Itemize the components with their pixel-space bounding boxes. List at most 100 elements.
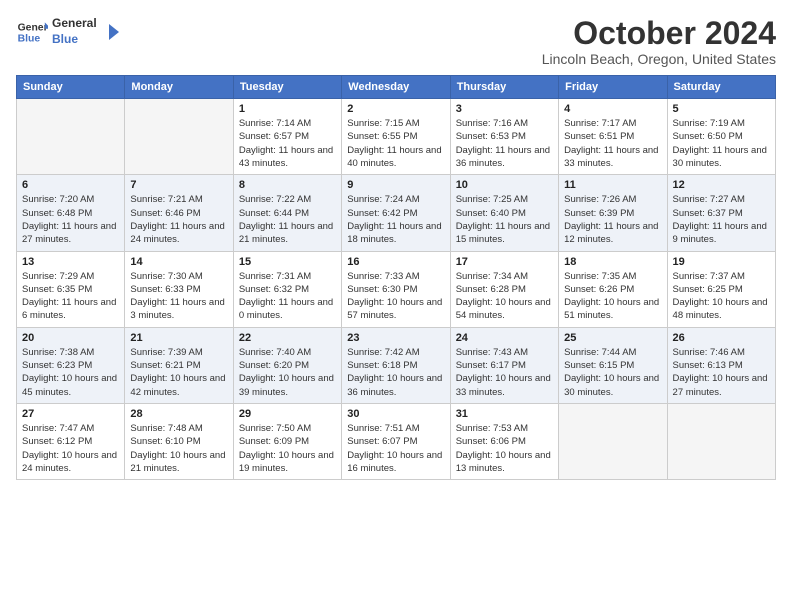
day-header-saturday: Saturday <box>667 76 775 99</box>
day-info: Sunrise: 7:25 AMSunset: 6:40 PMDaylight:… <box>456 193 553 246</box>
calendar-cell: 29 Sunrise: 7:50 AMSunset: 6:09 PMDayligh… <box>233 403 341 479</box>
day-number: 28 <box>130 408 227 420</box>
calendar-cell: 7Sunrise: 7:21 AMSunset: 6:46 PMDaylight… <box>125 175 233 251</box>
day-number: 20 <box>22 332 119 344</box>
calendar-cell: 23 Sunrise: 7:42 AMSunset: 6:18 PMDayligh… <box>342 327 450 403</box>
day-number: 11 <box>564 179 661 191</box>
day-info: Sunrise: 7:42 AMSunset: 6:18 PMDaylight:… <box>347 346 444 399</box>
day-number: 4 <box>564 103 661 115</box>
calendar-cell: 26Sunrise: 7:46 AMSunset: 6:13 PMDayligh… <box>667 327 775 403</box>
svg-text:Blue: Blue <box>18 34 41 45</box>
calendar-cell: 24 Sunrise: 7:43 AMSunset: 6:17 PMDayligh… <box>450 327 558 403</box>
day-header-sunday: Sunday <box>17 76 125 99</box>
header: General Blue General Blue October 2024 L… <box>16 16 776 67</box>
calendar-cell: 27Sunrise: 7:47 AMSunset: 6:12 PMDayligh… <box>17 403 125 479</box>
logo-icon: General Blue <box>16 16 48 48</box>
day-info: Sunrise: 7:24 AMSunset: 6:42 PMDaylight:… <box>347 193 444 246</box>
day-number: 3 <box>456 103 553 115</box>
calendar-cell: 2Sunrise: 7:15 AMSunset: 6:55 PMDaylight… <box>342 99 450 175</box>
calendar-cell: 17 Sunrise: 7:34 AMSunset: 6:28 PMDayligh… <box>450 251 558 327</box>
day-number: 6 <box>22 179 119 191</box>
day-number: 25 <box>564 332 661 344</box>
calendar-cell: 10 Sunrise: 7:25 AMSunset: 6:40 PMDayligh… <box>450 175 558 251</box>
calendar-cell: 9 Sunrise: 7:24 AMSunset: 6:42 PMDaylight… <box>342 175 450 251</box>
day-info: Sunrise: 7:26 AMSunset: 6:39 PMDaylight:… <box>564 193 661 246</box>
day-number: 18 <box>564 256 661 268</box>
day-info: Sunrise: 7:48 AMSunset: 6:10 PMDaylight:… <box>130 422 227 475</box>
day-info: Sunrise: 7:34 AMSunset: 6:28 PMDaylight:… <box>456 270 553 323</box>
day-number: 31 <box>456 408 553 420</box>
day-info: Sunrise: 7:35 AMSunset: 6:26 PMDaylight:… <box>564 270 661 323</box>
calendar-cell: 25 Sunrise: 7:44 AMSunset: 6:15 PMDayligh… <box>559 327 667 403</box>
calendar-cell: 16Sunrise: 7:33 AMSunset: 6:30 PMDayligh… <box>342 251 450 327</box>
day-info: Sunrise: 7:38 AMSunset: 6:23 PMDaylight:… <box>22 346 119 399</box>
day-number: 21 <box>130 332 227 344</box>
day-number: 26 <box>673 332 770 344</box>
calendar-cell: 22 Sunrise: 7:40 AMSunset: 6:20 PMDayligh… <box>233 327 341 403</box>
calendar-week-row: 27Sunrise: 7:47 AMSunset: 6:12 PMDayligh… <box>17 403 776 479</box>
day-info: Sunrise: 7:47 AMSunset: 6:12 PMDaylight:… <box>22 422 119 475</box>
day-info: Sunrise: 7:19 AMSunset: 6:50 PMDaylight:… <box>673 117 770 170</box>
calendar-cell: 30 Sunrise: 7:51 AMSunset: 6:07 PMDayligh… <box>342 403 450 479</box>
month-title: October 2024 <box>542 16 776 51</box>
day-number: 1 <box>239 103 336 115</box>
day-number: 30 <box>347 408 444 420</box>
svg-text:General: General <box>18 22 48 33</box>
calendar-cell: 8Sunrise: 7:22 AMSunset: 6:44 PMDaylight… <box>233 175 341 251</box>
calendar-cell: 13 Sunrise: 7:29 AMSunset: 6:35 PMDayligh… <box>17 251 125 327</box>
day-info: Sunrise: 7:40 AMSunset: 6:20 PMDaylight:… <box>239 346 336 399</box>
day-header-tuesday: Tuesday <box>233 76 341 99</box>
day-number: 15 <box>239 256 336 268</box>
calendar-week-row: 20 Sunrise: 7:38 AMSunset: 6:23 PMDayligh… <box>17 327 776 403</box>
day-info: Sunrise: 7:44 AMSunset: 6:15 PMDaylight:… <box>564 346 661 399</box>
day-number: 22 <box>239 332 336 344</box>
day-header-thursday: Thursday <box>450 76 558 99</box>
calendar-week-row: 6Sunrise: 7:20 AMSunset: 6:48 PMDaylight… <box>17 175 776 251</box>
day-info: Sunrise: 7:43 AMSunset: 6:17 PMDaylight:… <box>456 346 553 399</box>
day-info: Sunrise: 7:51 AMSunset: 6:07 PMDaylight:… <box>347 422 444 475</box>
day-number: 10 <box>456 179 553 191</box>
calendar-cell: 12Sunrise: 7:27 AMSunset: 6:37 PMDayligh… <box>667 175 775 251</box>
day-info: Sunrise: 7:14 AMSunset: 6:57 PMDaylight:… <box>239 117 336 170</box>
calendar-body: 1 Sunrise: 7:14 AMSunset: 6:57 PMDaylight… <box>17 99 776 480</box>
calendar-cell <box>17 99 125 175</box>
day-number: 17 <box>456 256 553 268</box>
day-number: 29 <box>239 408 336 420</box>
day-info: Sunrise: 7:31 AMSunset: 6:32 PMDaylight:… <box>239 270 336 323</box>
day-header-monday: Monday <box>125 76 233 99</box>
day-number: 23 <box>347 332 444 344</box>
day-info: Sunrise: 7:27 AMSunset: 6:37 PMDaylight:… <box>673 193 770 246</box>
calendar-cell: 4Sunrise: 7:17 AMSunset: 6:51 PMDaylight… <box>559 99 667 175</box>
day-info: Sunrise: 7:29 AMSunset: 6:35 PMDaylight:… <box>22 270 119 323</box>
calendar-cell: 28 Sunrise: 7:48 AMSunset: 6:10 PMDayligh… <box>125 403 233 479</box>
day-info: Sunrise: 7:33 AMSunset: 6:30 PMDaylight:… <box>347 270 444 323</box>
logo: General Blue General Blue <box>16 16 121 48</box>
day-info: Sunrise: 7:50 AMSunset: 6:09 PMDaylight:… <box>239 422 336 475</box>
calendar-week-row: 1 Sunrise: 7:14 AMSunset: 6:57 PMDaylight… <box>17 99 776 175</box>
day-info: Sunrise: 7:16 AMSunset: 6:53 PMDaylight:… <box>456 117 553 170</box>
calendar-cell: 1 Sunrise: 7:14 AMSunset: 6:57 PMDaylight… <box>233 99 341 175</box>
calendar-cell: 3 Sunrise: 7:16 AMSunset: 6:53 PMDaylight… <box>450 99 558 175</box>
day-info: Sunrise: 7:22 AMSunset: 6:44 PMDaylight:… <box>239 193 336 246</box>
calendar-cell: 11 Sunrise: 7:26 AMSunset: 6:39 PMDayligh… <box>559 175 667 251</box>
calendar-cell: 5 Sunrise: 7:19 AMSunset: 6:50 PMDaylight… <box>667 99 775 175</box>
calendar-cell: 31Sunrise: 7:53 AMSunset: 6:06 PMDayligh… <box>450 403 558 479</box>
calendar-cell: 15 Sunrise: 7:31 AMSunset: 6:32 PMDayligh… <box>233 251 341 327</box>
title-area: October 2024 Lincoln Beach, Oregon, Unit… <box>542 16 776 67</box>
day-info: Sunrise: 7:37 AMSunset: 6:25 PMDaylight:… <box>673 270 770 323</box>
calendar-cell: 21Sunrise: 7:39 AMSunset: 6:21 PMDayligh… <box>125 327 233 403</box>
day-number: 9 <box>347 179 444 191</box>
day-header-friday: Friday <box>559 76 667 99</box>
calendar-cell <box>125 99 233 175</box>
logo-text: General Blue <box>52 16 97 47</box>
day-header-wednesday: Wednesday <box>342 76 450 99</box>
day-number: 2 <box>347 103 444 115</box>
calendar-cell <box>667 403 775 479</box>
calendar-table: SundayMondayTuesdayWednesdayThursdayFrid… <box>16 75 776 480</box>
day-number: 13 <box>22 256 119 268</box>
day-info: Sunrise: 7:21 AMSunset: 6:46 PMDaylight:… <box>130 193 227 246</box>
day-number: 24 <box>456 332 553 344</box>
day-number: 5 <box>673 103 770 115</box>
calendar-header-row: SundayMondayTuesdayWednesdayThursdayFrid… <box>17 76 776 99</box>
calendar-cell: 20 Sunrise: 7:38 AMSunset: 6:23 PMDayligh… <box>17 327 125 403</box>
